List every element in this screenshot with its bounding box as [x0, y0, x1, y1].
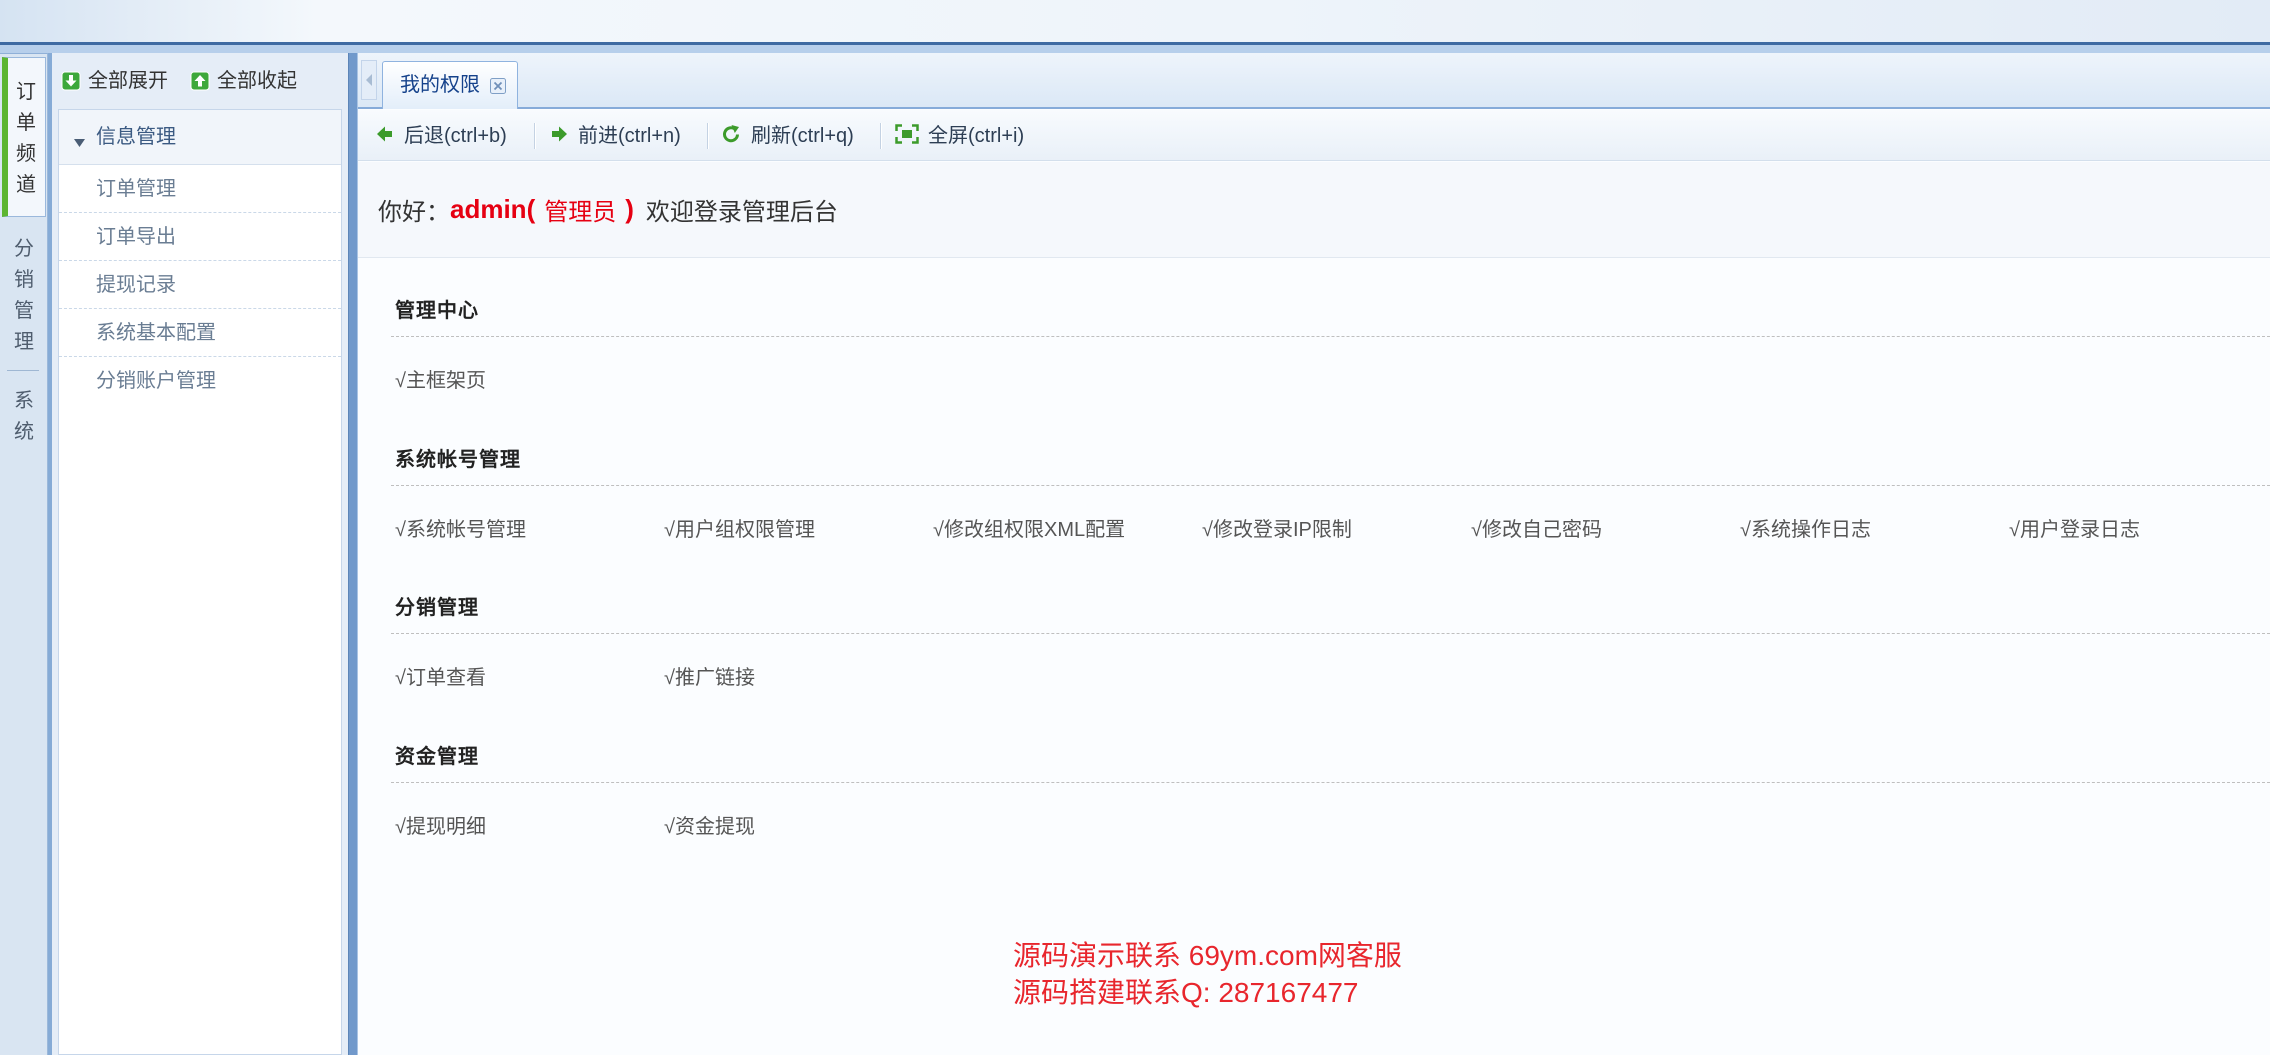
caret-down-icon: [74, 134, 85, 152]
channel-tab-divider: [7, 370, 39, 371]
menu-item-order-export[interactable]: 订单导出: [59, 213, 341, 261]
permission-item: √推广链接: [664, 667, 755, 689]
menu-item-order-management[interactable]: 订单管理: [59, 165, 341, 213]
welcome-username-close: ): [625, 194, 634, 224]
permission-section-title: 管理中心: [395, 300, 479, 322]
permission-item: √提现明细: [395, 816, 486, 838]
menu-item-system-config[interactable]: 系统基本配置: [59, 309, 341, 357]
permission-section-title: 分销管理: [395, 597, 479, 619]
dashed-divider: [391, 485, 2270, 486]
permission-item: √修改自己密码: [1471, 519, 1602, 541]
panel-toggle-button[interactable]: [361, 60, 377, 100]
expand-all-label: 全部展开: [88, 70, 168, 92]
collapse-all-label: 全部收起: [217, 70, 297, 92]
refresh-icon: [721, 124, 741, 149]
channel-tab-system[interactable]: 系统: [2, 376, 46, 456]
permission-section-distribution: 分销管理 √订单查看 √推广链接: [391, 596, 2270, 696]
watermark-line: 源码搭建联系Q: 287167477: [1013, 977, 1359, 1008]
welcome-greeting: 你好：: [378, 199, 450, 226]
tab-strip: 我的权限: [358, 53, 2270, 109]
menu-item-distribution-accounts[interactable]: 分销账户管理: [59, 357, 341, 405]
expand-all-button[interactable]: 全部展开: [61, 67, 168, 95]
permission-item: √用户组权限管理: [664, 519, 815, 541]
fullscreen-icon: [895, 123, 919, 149]
dashed-divider: [391, 336, 2270, 337]
permission-item: √系统帐号管理: [395, 519, 526, 541]
dashed-divider: [391, 782, 2270, 783]
toolbar-separator: [880, 123, 882, 149]
menu-group-header[interactable]: 信息管理: [59, 110, 341, 165]
toolbar-separator: [534, 123, 536, 149]
permission-item: √订单查看: [395, 667, 486, 689]
channel-tab-label: 订单频道: [16, 81, 36, 196]
fullscreen-label: 全屏(ctrl+i): [928, 125, 1025, 147]
permission-section-system-accounts: 系统帐号管理 √系统帐号管理 √用户组权限管理 √修改组权限XML配置 √修改登…: [391, 448, 2270, 548]
watermark-text: 源码演示联系 69ym.com网客服 源码搭建联系Q: 287167477: [1013, 937, 1402, 1011]
permission-section-title: 资金管理: [395, 746, 479, 768]
top-banner: [0, 0, 2270, 42]
expand-down-icon: [61, 71, 81, 91]
collapse-up-icon: [190, 71, 210, 91]
permission-item: √修改组权限XML配置: [933, 519, 1126, 541]
permission-item: √资金提现: [664, 816, 755, 838]
menu-group-label: 信息管理: [96, 126, 176, 148]
watermark-line: 源码演示联系 69ym.com网客服: [1013, 940, 1402, 971]
permission-item: √主框架页: [395, 370, 486, 392]
collapse-all-button[interactable]: 全部收起: [190, 67, 297, 95]
welcome-username: admin(: [450, 194, 536, 224]
dashed-divider: [391, 633, 2270, 634]
permission-section-title: 系统帐号管理: [395, 449, 521, 471]
forward-button[interactable]: 前进(ctrl+n): [550, 122, 700, 150]
welcome-role: 管理员: [544, 199, 617, 226]
permission-item: √用户登录日志: [2009, 519, 2140, 541]
channel-tab-label: 分销管理: [14, 238, 34, 353]
close-icon[interactable]: [490, 78, 506, 99]
forward-label: 前进(ctrl+n): [578, 125, 681, 147]
main-panel: 我的权限 后退(ctrl+b) 前进(ctrl+n) 刷新(ctrl+q) 全屏…: [358, 53, 2270, 1055]
welcome-bar: 你好： admin( 管理员 ) 欢迎登录管理后台: [358, 162, 2270, 258]
arrow-left-icon: [376, 125, 394, 148]
toolbar-separator: [707, 123, 709, 149]
arrow-right-icon: [550, 125, 568, 148]
top-banner-band: [0, 45, 2270, 53]
menu-tree: 信息管理 订单管理 订单导出 提现记录 系统基本配置 分销账户管理: [58, 109, 342, 1055]
permission-section-funds: 资金管理 √提现明细 √资金提现: [391, 745, 2270, 845]
tab-my-permissions[interactable]: 我的权限: [382, 61, 518, 109]
permission-item: √修改登录IP限制: [1202, 519, 1352, 541]
channel-tab-distribution[interactable]: 分销管理: [2, 224, 46, 364]
channel-tab-column: 订单频道 分销管理 系统: [0, 53, 48, 1055]
permission-section-admin-center: 管理中心 √主框架页: [391, 299, 2270, 399]
navigation-toolbar: 后退(ctrl+b) 前进(ctrl+n) 刷新(ctrl+q) 全屏(ctrl…: [358, 110, 2270, 161]
refresh-button[interactable]: 刷新(ctrl+q): [721, 122, 873, 150]
tab-label: 我的权限: [400, 74, 480, 96]
sidebar-splitter[interactable]: [348, 53, 358, 1055]
back-label: 后退(ctrl+b): [404, 125, 507, 147]
fullscreen-button[interactable]: 全屏(ctrl+i): [895, 122, 1045, 150]
menu-item-withdraw-records[interactable]: 提现记录: [59, 261, 341, 309]
refresh-label: 刷新(ctrl+q): [751, 125, 854, 147]
permission-item: √系统操作日志: [1740, 519, 1871, 541]
back-button[interactable]: 后退(ctrl+b): [376, 122, 526, 150]
channel-tab-orders[interactable]: 订单频道: [2, 57, 46, 217]
welcome-message: 欢迎登录管理后台: [645, 199, 838, 226]
channel-tab-label: 系统: [14, 390, 34, 443]
collapse-left-icon: [366, 74, 372, 86]
